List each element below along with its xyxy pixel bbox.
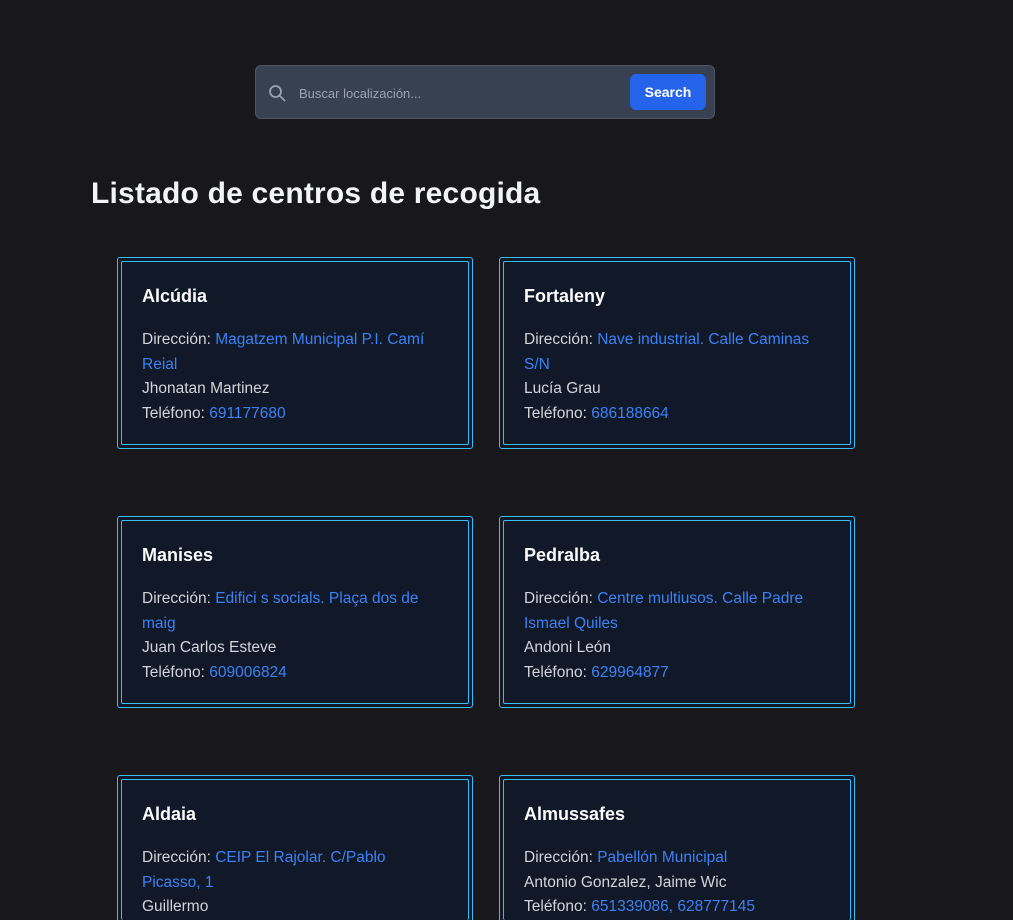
center-address-line: Dirección: Nave industrial. Calle Camina…: [524, 328, 830, 377]
center-name: Fortaleny: [524, 286, 606, 306]
phone-label: Teléfono:: [524, 663, 592, 681]
address-label: Dirección:: [524, 590, 598, 607]
card-inner: Alcúdia Dirección: Magatzem Municipal P.…: [121, 261, 469, 445]
search-button[interactable]: Search: [630, 74, 706, 110]
center-name: Alcúdia: [142, 286, 208, 306]
center-card-fortaleny[interactable]: Fortaleny Dirección: Nave industrial. Ca…: [499, 257, 855, 449]
card-inner: Manises Dirección: Edifici s socials. Pl…: [121, 520, 469, 704]
center-address-line: Dirección: Edifici s socials. Plaça dos …: [142, 587, 448, 636]
center-contact: Lucía Grau: [524, 380, 601, 397]
center-card-alcudia[interactable]: Alcúdia Dirección: Magatzem Municipal P.…: [117, 257, 473, 449]
center-address-line: Dirección: Centre multiusos. Calle Padre…: [524, 587, 830, 636]
address-label: Dirección:: [142, 331, 216, 348]
center-contact: Andoni León: [524, 639, 612, 656]
center-contact: Guillermo: [142, 898, 209, 915]
card-inner: Aldaia Dirección: CEIP El Rajolar. C/Pab…: [121, 779, 469, 920]
card-inner: Almussafes Dirección: Pabellón Municipal…: [503, 779, 851, 920]
address-label: Dirección:: [142, 849, 216, 866]
center-name: Almussafes: [524, 804, 626, 824]
center-contact: Jhonatan Martinez: [142, 380, 270, 397]
center-contact: Antonio Gonzalez, Jaime Wic: [524, 873, 727, 891]
center-phone-line: Teléfono: 629964877: [524, 661, 830, 686]
phone-label: Teléfono:: [524, 898, 592, 915]
page-title: Listado de centros de recogida: [91, 177, 541, 210]
address-label: Dirección:: [142, 590, 216, 607]
center-phone-link[interactable]: 686188664: [591, 405, 669, 422]
center-address-line: Dirección: Pabellón Municipal: [524, 846, 830, 871]
card-inner: Fortaleny Dirección: Nave industrial. Ca…: [503, 261, 851, 445]
center-card-aldaia[interactable]: Aldaia Dirección: CEIP El Rajolar. C/Pab…: [117, 775, 473, 920]
center-address-line: Dirección: CEIP El Rajolar. C/Pablo Pica…: [142, 846, 448, 895]
center-phone-line: Teléfono: 686188664: [524, 402, 830, 427]
search-bar: Search: [255, 65, 715, 119]
center-phone-line: Teléfono: 609006824: [142, 661, 448, 686]
center-contact: Juan Carlos Esteve: [142, 639, 277, 656]
center-card-manises[interactable]: Manises Dirección: Edifici s socials. Pl…: [117, 516, 473, 708]
search-input[interactable]: [297, 80, 621, 106]
center-phone-link[interactable]: 691177680: [209, 405, 285, 422]
phone-label: Teléfono:: [524, 404, 592, 422]
center-phone-line: Teléfono: 691177680: [142, 402, 448, 427]
phone-label: Teléfono:: [142, 663, 210, 681]
center-address-line: Dirección: Magatzem Municipal P.I. Camí …: [142, 328, 448, 377]
center-name: Aldaia: [142, 804, 197, 824]
address-label: Dirección:: [524, 849, 598, 866]
center-card-almussafes[interactable]: Almussafes Dirección: Pabellón Municipal…: [499, 775, 855, 920]
center-address-link[interactable]: Pabellón Municipal: [597, 849, 727, 866]
center-phone-line: Teléfono: 651339086, 628777145: [524, 895, 830, 920]
address-label: Dirección:: [524, 331, 598, 348]
center-phone-link[interactable]: 609006824: [209, 664, 287, 681]
search-icon: [268, 84, 286, 102]
card-inner: Pedralba Dirección: Centre multiusos. Ca…: [503, 520, 851, 704]
center-phone-link[interactable]: 651339086, 628777145: [591, 898, 755, 915]
center-name: Manises: [142, 545, 214, 565]
center-name: Pedralba: [524, 545, 601, 565]
center-card-pedralba[interactable]: Pedralba Dirección: Centre multiusos. Ca…: [499, 516, 855, 708]
center-phone-link[interactable]: 629964877: [591, 664, 669, 681]
phone-label: Teléfono:: [142, 404, 210, 422]
